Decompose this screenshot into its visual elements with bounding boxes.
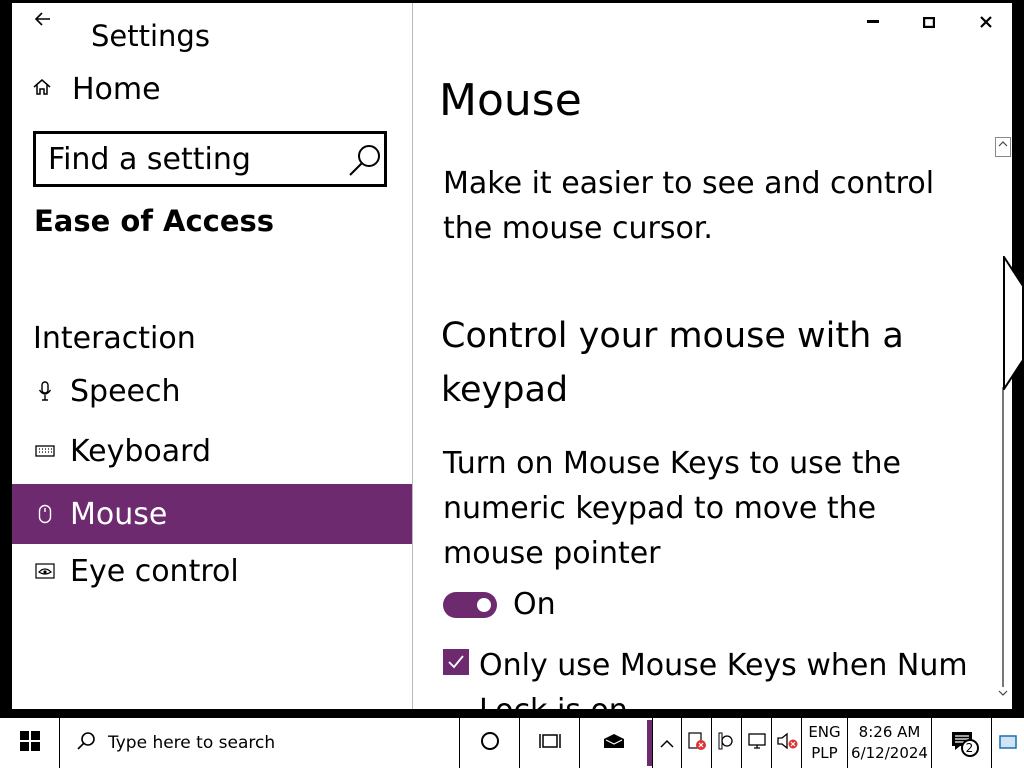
sidebar-item-label: Mouse — [70, 496, 168, 532]
start-button[interactable] — [0, 718, 60, 768]
meet-now-icon — [718, 731, 736, 755]
num-lock-checkbox[interactable] — [443, 649, 469, 675]
mouse-icon — [34, 504, 56, 524]
mail-icon — [603, 733, 625, 753]
clock-date: 6/12/2024 — [851, 744, 928, 762]
search-icon — [76, 731, 96, 755]
scroll-up-icon[interactable] — [995, 137, 1011, 157]
microphone-icon — [34, 381, 56, 401]
app-title: Settings — [91, 19, 210, 53]
show-hidden-icons-button[interactable] — [652, 718, 682, 768]
group-title: Interaction — [33, 321, 196, 356]
sidebar-item-label: Keyboard — [70, 433, 212, 469]
keyboard-icon — [34, 444, 56, 458]
search-input[interactable] — [48, 141, 348, 177]
scrollbar-thumb[interactable] — [1002, 387, 1004, 687]
task-view-icon — [538, 732, 561, 754]
mouse-keys-description: Turn on Mouse Keys to use the numeric ke… — [443, 446, 901, 571]
tray-display[interactable] — [742, 718, 772, 768]
input-language-button[interactable]: ENG PLP — [802, 718, 848, 768]
toggle-state-label: On — [513, 587, 556, 622]
sidebar-item-mouse[interactable]: Mouse — [12, 484, 412, 544]
find-setting-search[interactable] — [33, 131, 387, 187]
section-title: Ease of Access — [34, 204, 275, 238]
sidebar-item-eye-control[interactable]: Eye control — [12, 541, 412, 601]
tray-meet-now[interactable] — [712, 718, 742, 768]
action-center-button[interactable]: 2 — [932, 718, 992, 768]
eye-icon — [34, 563, 56, 579]
notifications-icon: 2 — [951, 731, 979, 757]
taskbar-search-placeholder: Type here to search — [108, 733, 276, 753]
close-button[interactable] — [966, 9, 1006, 35]
page-description: Make it easier to see and control the mo… — [443, 166, 935, 246]
page-title: Mouse — [439, 75, 582, 126]
tray-network-error[interactable] — [682, 718, 712, 768]
settings-content: Mouse Make it easier to see and control … — [413, 3, 1012, 709]
display-icon — [747, 732, 767, 754]
show-desktop-button[interactable] — [992, 718, 1024, 768]
vertical-scrollbar[interactable] — [995, 137, 1011, 709]
cortana-circle-icon — [480, 731, 500, 755]
settings-window: Settings Home Ease of Access Interaction… — [12, 3, 1012, 709]
sidebar-item-label: Home — [72, 71, 161, 107]
sidebar-item-speech[interactable]: Speech — [12, 361, 412, 421]
keyboard-layout: PLP — [811, 744, 838, 762]
windows-logo-icon — [19, 731, 40, 755]
section-heading: Control your mouse with a keypad — [441, 316, 904, 410]
mail-app-button[interactable] — [584, 718, 644, 768]
taskbar: Type here to search ENG PLP 8:26 AM 6/12… — [0, 717, 1024, 768]
language-code: ENG — [808, 723, 841, 741]
scroll-down-icon[interactable] — [995, 687, 1011, 707]
clock-time: 8:26 AM — [858, 723, 921, 741]
show-desktop-icon — [999, 734, 1017, 753]
home-icon — [32, 78, 56, 101]
maximize-button[interactable] — [909, 9, 949, 35]
sidebar-item-home[interactable]: Home — [32, 69, 161, 109]
search-icon[interactable] — [346, 142, 384, 180]
sidebar-item-label: Eye control — [70, 553, 239, 589]
network-error-icon — [687, 731, 707, 755]
chevron-up-icon — [660, 734, 674, 753]
cortana-button[interactable] — [460, 718, 520, 768]
num-lock-checkbox-row: Only use Mouse Keys when Num Lock is on — [443, 643, 979, 709]
tray-volume[interactable] — [772, 718, 802, 768]
taskbar-search[interactable]: Type here to search — [60, 718, 460, 768]
sidebar-item-keyboard[interactable]: Keyboard — [12, 421, 412, 481]
checkbox-label: Only use Mouse Keys when Num Lock is on — [479, 648, 968, 709]
mouse-keys-toggle-row: On — [443, 587, 556, 622]
mouse-keys-toggle[interactable] — [443, 591, 497, 618]
minimize-button[interactable] — [853, 9, 893, 35]
mouse-cursor-icon — [1003, 253, 1024, 394]
back-arrow-icon[interactable] — [34, 11, 52, 32]
notification-count-badge: 2 — [960, 739, 979, 757]
task-view-button[interactable] — [520, 718, 580, 768]
clock-button[interactable]: 8:26 AM 6/12/2024 — [848, 718, 932, 768]
sidebar-item-label: Speech — [70, 373, 181, 409]
volume-muted-icon — [776, 732, 798, 754]
settings-sidebar: Settings Home Ease of Access Interaction… — [12, 3, 413, 709]
